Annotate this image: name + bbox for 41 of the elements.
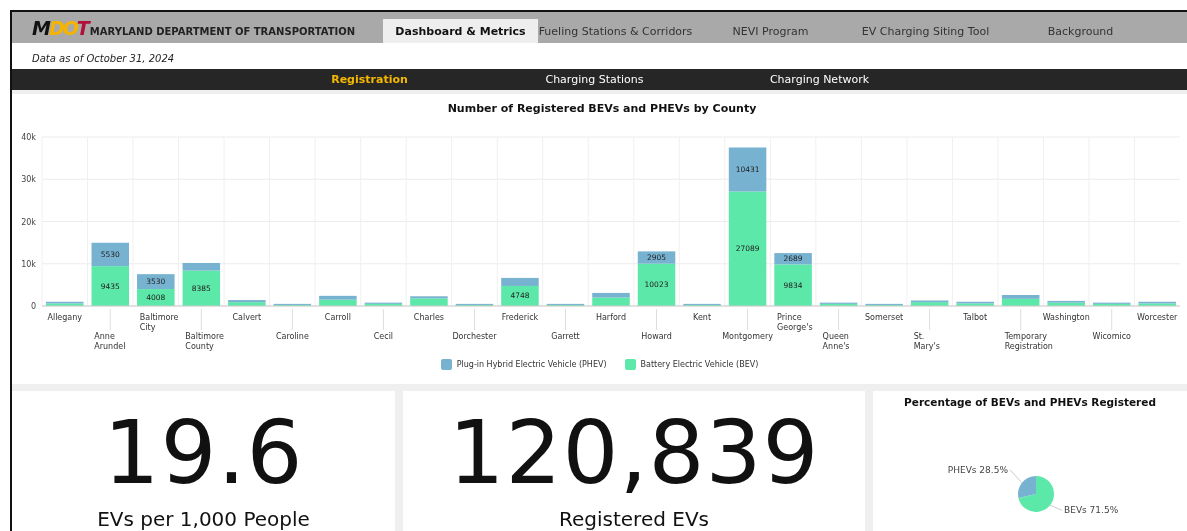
category-label: Harford [595,313,627,322]
category-label: Baltimore County [185,332,224,351]
chart-title: Percentage of BEVs and PHEVs Registered [904,396,1156,408]
metric-label: EVs per 1,000 People [97,507,310,531]
category-label: Somerset [865,313,904,322]
category-label: Calvert [232,313,262,322]
category-label: Kent [693,313,712,322]
category-label: Montgomery [722,332,773,341]
category-label: St. Mary's [913,332,940,351]
category-label: Caroline [275,332,309,341]
data-date: Data as of October 31, 2024 [31,51,176,66]
category-label: Worcester [1137,313,1178,322]
category-label: Anne Arundel [94,332,126,351]
category-label: Prince George's [777,313,813,332]
axis-tick-label: 0 [30,302,36,311]
category-label: Charles [413,313,444,322]
metric-value: 19.6 [103,409,304,497]
metric-value: 120,839 [448,409,820,497]
chart-title: Number of Registered BEVs and PHEVs by County [447,102,757,115]
category-label: Frederick [501,313,539,322]
category-label: Talbot [963,313,988,322]
category-label: Cecil [373,332,394,341]
category-label: Howard [641,332,672,341]
organization-name: MARYLAND DEPARTMENT OF TRANSPORTATION [89,27,356,39]
category-label: Dorchester [452,332,497,341]
axis-tick-label: 10k [21,259,36,269]
logo: MDOT [32,19,88,39]
axis-tick-label: 40k [21,133,36,142]
category-label: Wicomico [1092,332,1131,341]
category-label: Temporary Registration [1004,332,1053,351]
category-label: Carroll [324,313,351,322]
category-label: Allegany [47,313,83,322]
metric-label: Registered EVs [559,507,709,531]
category-label: Baltimore City [139,313,179,332]
axis-tick-label: 20k [21,217,36,227]
pie-label: PHEVs 28.5% [947,464,1008,475]
category-label: Queen Anne's [822,332,850,351]
pie-label: BEVs 71.5% [1064,505,1119,516]
category-label: Washington [1042,313,1090,322]
axis-tick-label: 30k [21,175,36,185]
category-label: Garrett [551,332,580,341]
